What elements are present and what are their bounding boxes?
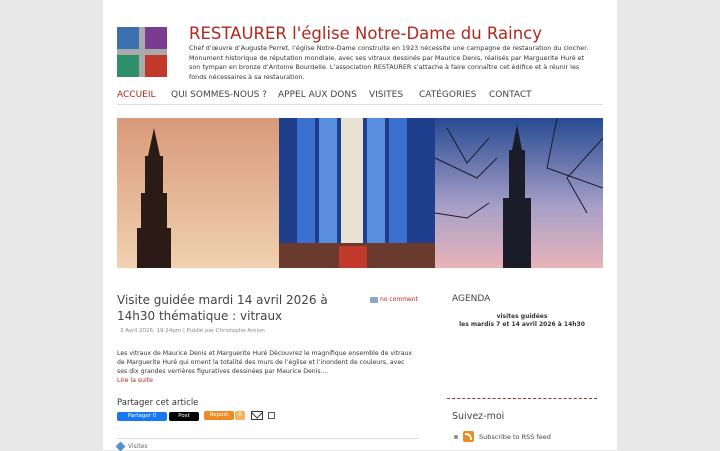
comment-bubble-icon — [370, 296, 378, 303]
agenda-title: AGENDA — [452, 294, 491, 304]
facebook-share-button[interactable]: Partager 0 — [117, 412, 167, 421]
site-title[interactable]: RESTAURER l'église Notre-Dame du Raincy — [189, 24, 542, 43]
print-icon[interactable] — [268, 412, 275, 419]
post-excerpt: Les vitraux de Maurice Denis et Margueri… — [117, 350, 413, 376]
nav-item-accueil[interactable]: ACCUEIL — [117, 90, 156, 100]
post-divider — [117, 438, 419, 439]
agenda-line2: les mardis 7 et 14 avril 2026 à 14h30 — [459, 321, 585, 328]
site-logo[interactable] — [117, 27, 167, 77]
category-link[interactable]: Visites — [128, 443, 148, 450]
nav-item-contact[interactable]: CONTACT — [489, 90, 532, 100]
post-title[interactable]: Visite guidée mardi 14 avril 2026 à 14h3… — [117, 292, 357, 324]
nav-item-qui-sommes-nous[interactable]: QUI SOMMES-NOUS ? — [171, 90, 267, 100]
sidebar-divider — [447, 398, 597, 399]
nav-item-visites[interactable]: VISITES — [369, 90, 403, 100]
read-more-link[interactable]: Lire la suite — [117, 377, 153, 384]
agenda-line1: visites guidées — [496, 313, 548, 320]
rss-icon[interactable] — [463, 431, 474, 442]
share-heading: Partager cet article — [117, 398, 199, 408]
repost-count: 0 — [235, 411, 245, 420]
header-banner — [117, 118, 603, 268]
comments-count: no comment — [380, 296, 418, 303]
list-bullet — [454, 435, 458, 439]
comments-link[interactable]: no comment — [370, 296, 418, 303]
site-description: Chef d’œuvre d’Auguste Perret, l’église … — [189, 44, 589, 81]
church-photos — [117, 118, 603, 268]
main-nav: ACCUEIL QUI SOMMES-NOUS ? APPEL AUX DONS… — [117, 89, 603, 105]
x-post-button[interactable]: Post — [169, 412, 199, 421]
nav-item-appel-aux-dons[interactable]: APPEL AUX DONS — [278, 90, 357, 100]
page-container: RESTAURER l'église Notre-Dame du Raincy … — [103, 0, 617, 451]
post-meta: 3 Avril 2026, 19:24pm | Publié par Chris… — [120, 328, 265, 334]
follow-title: Suivez-moi — [452, 411, 505, 422]
nav-item-categories[interactable]: CATÉGORIES — [419, 90, 476, 100]
rss-subscribe-link[interactable]: Subscribe to RSS feed — [479, 433, 551, 441]
mail-icon[interactable] — [251, 411, 263, 420]
repost-button[interactable]: Repost — [204, 411, 234, 420]
